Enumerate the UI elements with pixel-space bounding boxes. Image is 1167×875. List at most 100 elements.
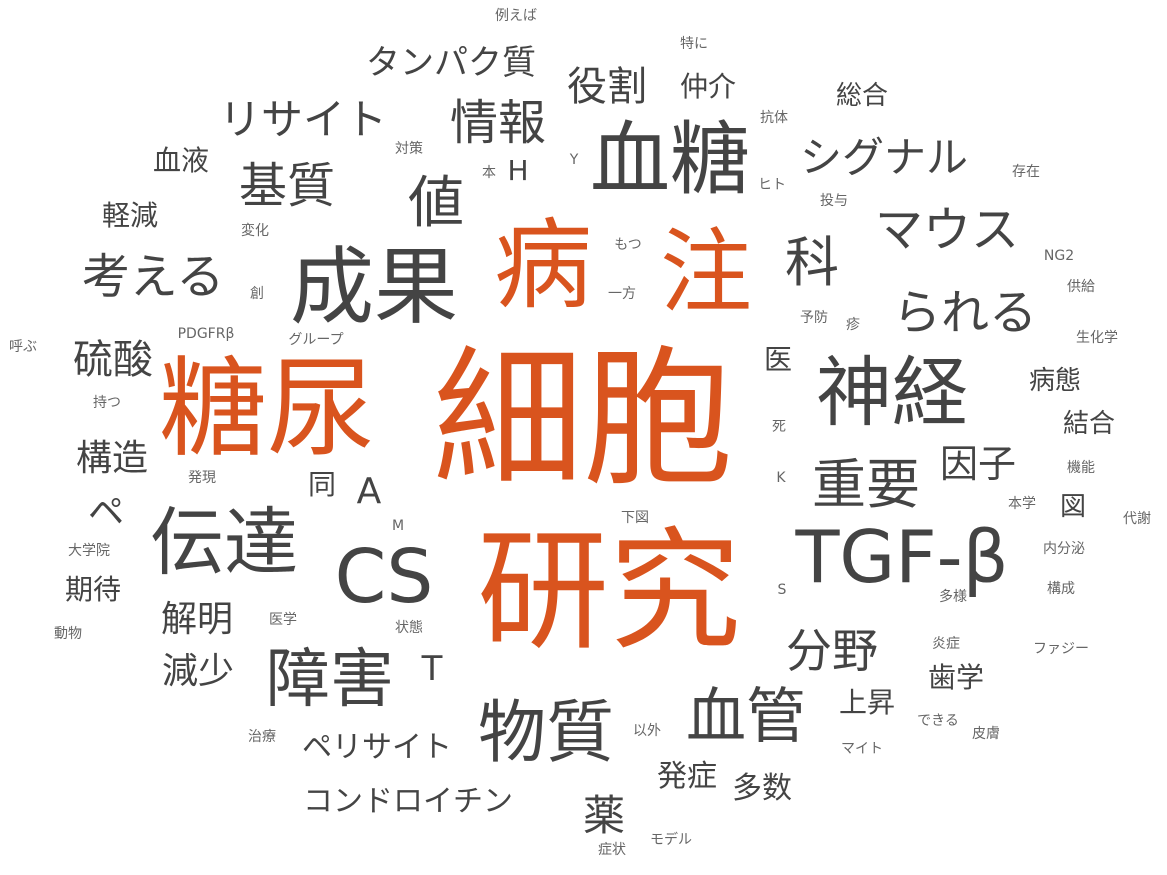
word: 疹 (846, 317, 860, 333)
word: 伝達 (150, 500, 298, 586)
word: ヒト (758, 177, 786, 193)
word: 症状 (598, 842, 626, 858)
word: 解明 (160, 599, 234, 640)
word: 研究 (477, 515, 741, 669)
word: ペリサイト (302, 730, 452, 765)
word: 本 (482, 165, 496, 181)
word: 血糖 (590, 113, 750, 206)
word: 基質 (238, 158, 336, 214)
word: 薬 (582, 791, 626, 840)
word: 内分泌 (1043, 541, 1085, 557)
word: 硫酸 (73, 337, 153, 383)
word: 考える (81, 249, 225, 305)
word: 総合 (835, 81, 889, 111)
word: 呼ぶ (9, 339, 37, 355)
word: タンパク質 (366, 43, 536, 83)
word: モデル (650, 832, 692, 848)
word: 歯学 (927, 661, 985, 694)
word: 細胞 (432, 333, 734, 507)
word: 皮膚 (972, 726, 1000, 742)
word: 仲介 (679, 70, 737, 103)
word: 上昇 (838, 686, 896, 719)
word: 血管 (686, 682, 806, 752)
word: 治療 (248, 729, 276, 745)
word: 大学院 (68, 543, 110, 559)
word: T (421, 649, 443, 689)
word: 機能 (1067, 460, 1095, 476)
word: 結合 (1062, 409, 1116, 439)
word: 予防 (800, 310, 828, 326)
word: K (776, 470, 786, 486)
word: コンドロイチン (303, 784, 513, 819)
word: リサイト (218, 95, 388, 144)
word: CS (334, 534, 434, 620)
word: 同 (307, 468, 337, 501)
word: 例えば (495, 8, 537, 24)
word: 発症 (657, 759, 717, 794)
word: 多様 (939, 589, 967, 605)
word: 医 (763, 343, 793, 376)
word: 病態 (1028, 366, 1082, 396)
word: 病 (493, 209, 593, 323)
word: ファジー (1033, 641, 1089, 657)
word: 状態 (395, 620, 423, 636)
word: 一方 (608, 286, 636, 302)
word: 成果 (289, 238, 459, 336)
word: 以外 (633, 723, 661, 739)
word: 障害 (266, 643, 394, 717)
word: A (356, 471, 382, 512)
word: 発現 (188, 470, 216, 486)
word: M (391, 518, 405, 534)
word: できる (917, 713, 959, 729)
word: 糖尿 (158, 347, 376, 472)
word: 構成 (1047, 581, 1075, 597)
word: H (507, 154, 529, 187)
word: 分野 (786, 624, 878, 678)
word-cloud: 細胞 研究 糖尿 病 注 成果 血糖 神経 TGF-β CS 伝達 物質 障害 … (0, 0, 1167, 875)
word: 抗体 (760, 110, 788, 126)
word: もつ (614, 237, 642, 253)
word: 供給 (1067, 279, 1095, 295)
word: マイト (841, 741, 883, 757)
word: 動物 (54, 626, 82, 642)
word: 図 (1059, 492, 1087, 522)
word: ペ (87, 492, 125, 533)
word: 対策 (395, 141, 423, 157)
word: 減少 (161, 651, 235, 692)
word: 持つ (93, 395, 121, 411)
word: 注 (659, 219, 753, 326)
word: グループ (288, 332, 344, 348)
word: 炎症 (932, 636, 960, 652)
word: TGF-β (795, 515, 1009, 599)
word: NG2 (1043, 248, 1075, 264)
word: 生化学 (1076, 330, 1118, 346)
word: 下図 (621, 510, 649, 526)
word: 投与 (820, 193, 848, 209)
word: 変化 (241, 223, 269, 239)
word: 本学 (1008, 496, 1036, 512)
word: PDGFRβ (177, 326, 235, 342)
word: 物質 (477, 694, 615, 773)
word: 血液 (152, 144, 210, 177)
word: 創 (250, 286, 264, 302)
word: 多数 (732, 771, 792, 806)
word: Y (569, 152, 579, 168)
word: 軽減 (101, 199, 159, 232)
word: マウス (874, 202, 1020, 258)
word: 期待 (64, 573, 122, 606)
word: 死 (772, 419, 786, 435)
word: 因子 (939, 442, 1017, 486)
word: 値 (408, 171, 464, 236)
word: 情報 (449, 95, 547, 151)
word: 重要 (812, 453, 920, 516)
word: 存在 (1012, 164, 1040, 180)
word: 役割 (567, 64, 647, 110)
word: 構造 (75, 438, 149, 479)
word: 医学 (269, 612, 297, 628)
word: 特に (680, 36, 708, 52)
word: 神経 (816, 348, 968, 437)
word: られる (892, 285, 1038, 341)
word: シグナル (799, 133, 969, 182)
word: 科 (785, 231, 839, 294)
word: S (777, 582, 787, 598)
